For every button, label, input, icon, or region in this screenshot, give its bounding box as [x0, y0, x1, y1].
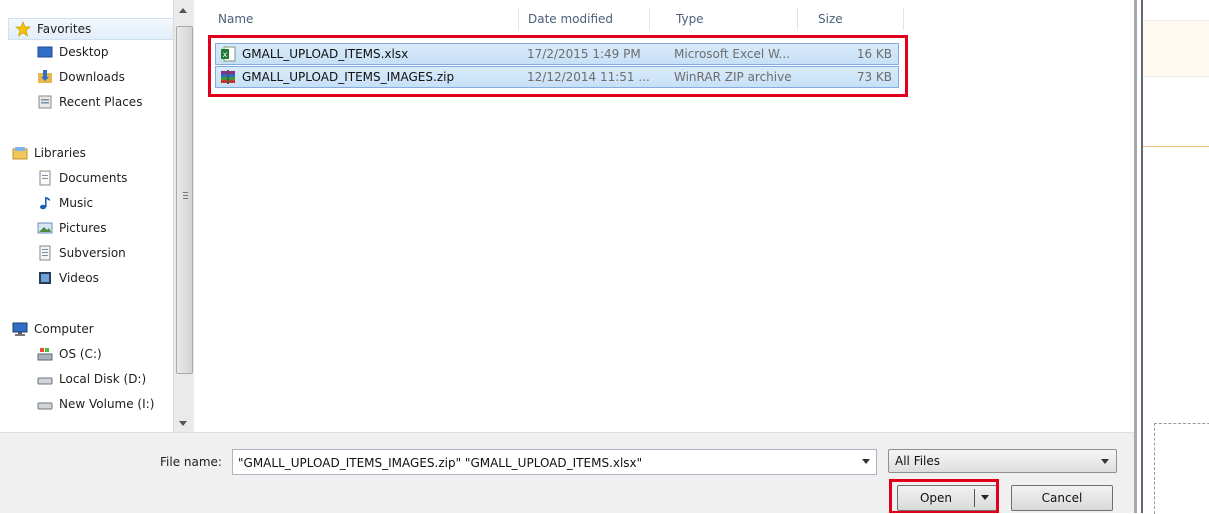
- video-icon: [39, 272, 51, 284]
- music-note-icon: [40, 197, 50, 210]
- hard-drive-icon: [37, 402, 53, 410]
- dialog-footer: File name: All Files Open Cancel: [0, 432, 1134, 513]
- file-date: 12/12/2014 11:51 ...: [527, 70, 650, 84]
- nav-label: OS (C:): [59, 347, 102, 361]
- winrar-icon: [221, 70, 235, 84]
- file-type-select[interactable]: All Files: [888, 449, 1117, 473]
- pictures-icon: [37, 222, 53, 234]
- nav-label: Computer: [34, 322, 94, 336]
- background-window: [1134, 0, 1209, 514]
- split-separator: [974, 489, 975, 507]
- file-name-combo[interactable]: [232, 449, 877, 476]
- file-list: Name Date modified Type Size x GMALL_UPL…: [194, 0, 1134, 432]
- cancel-button[interactable]: Cancel: [1011, 485, 1113, 511]
- column-header-size[interactable]: Size: [794, 8, 904, 30]
- chevron-down-icon[interactable]: [862, 459, 870, 464]
- excel-icon: x: [221, 46, 236, 62]
- svg-text:x: x: [223, 50, 228, 59]
- grip-line: [183, 192, 188, 193]
- file-name: GMALL_UPLOAD_ITEMS.xlsx: [242, 47, 409, 61]
- file-date: 17/2/2015 1:49 PM: [527, 47, 641, 61]
- nav-label: Pictures: [59, 221, 107, 235]
- file-name-cell: x GMALL_UPLOAD_ITEMS.xlsx: [220, 44, 408, 64]
- column-header-name[interactable]: Name: [194, 8, 519, 30]
- nav-item-os-c[interactable]: OS (C:): [37, 343, 170, 365]
- nav-item-pictures[interactable]: Pictures: [37, 217, 170, 239]
- column-header-type[interactable]: Type: [652, 8, 798, 30]
- document-icon: [39, 170, 51, 186]
- file-name-label: File name:: [160, 455, 222, 469]
- open-file-dialog: Favorites Desktop Downloads Recent Place…: [0, 0, 1134, 513]
- nav-label: Music: [59, 196, 94, 210]
- file-type: WinRAR ZIP archive: [674, 70, 792, 84]
- file-name: GMALL_UPLOAD_ITEMS_IMAGES.zip: [242, 70, 455, 84]
- subversion-icon: [39, 245, 51, 261]
- grip-line: [183, 198, 188, 199]
- nav-item-favorites[interactable]: Favorites: [8, 18, 178, 40]
- file-size: 73 KB: [856, 70, 892, 84]
- libraries-icon: [12, 147, 28, 160]
- chevron-down-icon[interactable]: [981, 495, 989, 500]
- recent-places-icon: [38, 95, 52, 109]
- nav-label: Favorites: [37, 22, 92, 36]
- dialog-edge: [1134, 0, 1137, 513]
- nav-label: New Volume (I:): [59, 397, 155, 411]
- grip-line: [183, 195, 188, 196]
- system-drive-icon: [37, 348, 53, 361]
- scroll-up-arrow-icon[interactable]: [179, 8, 187, 13]
- file-type-value: All Files: [895, 454, 941, 468]
- nav-label: Desktop: [59, 45, 109, 59]
- file-name-input[interactable]: [233, 450, 850, 476]
- hard-drive-icon: [37, 377, 53, 385]
- nav-label: Local Disk (D:): [59, 372, 147, 386]
- nav-item-recent-places[interactable]: Recent Places: [37, 91, 170, 113]
- background-panel: [1143, 90, 1209, 147]
- nav-label: Documents: [59, 171, 128, 185]
- downloads-folder-icon: [38, 70, 52, 83]
- nav-item-videos[interactable]: Videos: [37, 267, 170, 289]
- file-row[interactable]: x GMALL_UPLOAD_ITEMS.xlsx 17/2/2015 1:49…: [215, 43, 899, 65]
- nav-item-libraries[interactable]: Libraries: [12, 142, 170, 164]
- desktop-icon: [37, 46, 53, 58]
- background-panel: [1143, 20, 1209, 77]
- computer-icon: [12, 322, 28, 336]
- nav-label: Downloads: [59, 70, 125, 84]
- nav-label: Libraries: [34, 146, 86, 160]
- chevron-down-icon: [1101, 459, 1109, 464]
- nav-item-subversion[interactable]: Subversion: [37, 242, 170, 264]
- nav-label: Recent Places: [59, 95, 143, 109]
- file-size: 16 KB: [856, 47, 892, 61]
- file-name-cell: GMALL_UPLOAD_ITEMS_IMAGES.zip: [220, 67, 454, 87]
- scroll-down-arrow-icon[interactable]: [179, 421, 187, 426]
- open-button-label: Open: [919, 491, 953, 505]
- column-header-date-modified[interactable]: Date modified: [504, 8, 650, 30]
- star-icon: [15, 21, 31, 37]
- open-button[interactable]: Open: [897, 485, 997, 511]
- nav-item-music[interactable]: Music: [37, 192, 170, 214]
- nav-item-computer[interactable]: Computer: [12, 318, 170, 340]
- nav-item-new-volume-i[interactable]: New Volume (I:): [37, 393, 170, 415]
- file-row[interactable]: GMALL_UPLOAD_ITEMS_IMAGES.zip 12/12/2014…: [215, 66, 899, 88]
- nav-label: Videos: [59, 271, 99, 285]
- navigation-scrollbar[interactable]: [173, 0, 194, 432]
- navigation-pane: Favorites Desktop Downloads Recent Place…: [0, 0, 178, 432]
- nav-item-downloads[interactable]: Downloads: [37, 66, 170, 88]
- scrollbar-thumb[interactable]: [176, 26, 193, 374]
- nav-item-desktop[interactable]: Desktop: [37, 41, 170, 63]
- nav-item-local-disk-d[interactable]: Local Disk (D:): [37, 368, 170, 390]
- nav-item-documents[interactable]: Documents: [37, 167, 170, 189]
- file-type: Microsoft Excel W...: [674, 47, 790, 61]
- nav-label: Subversion: [59, 246, 126, 260]
- dashed-drop-area: [1154, 423, 1209, 514]
